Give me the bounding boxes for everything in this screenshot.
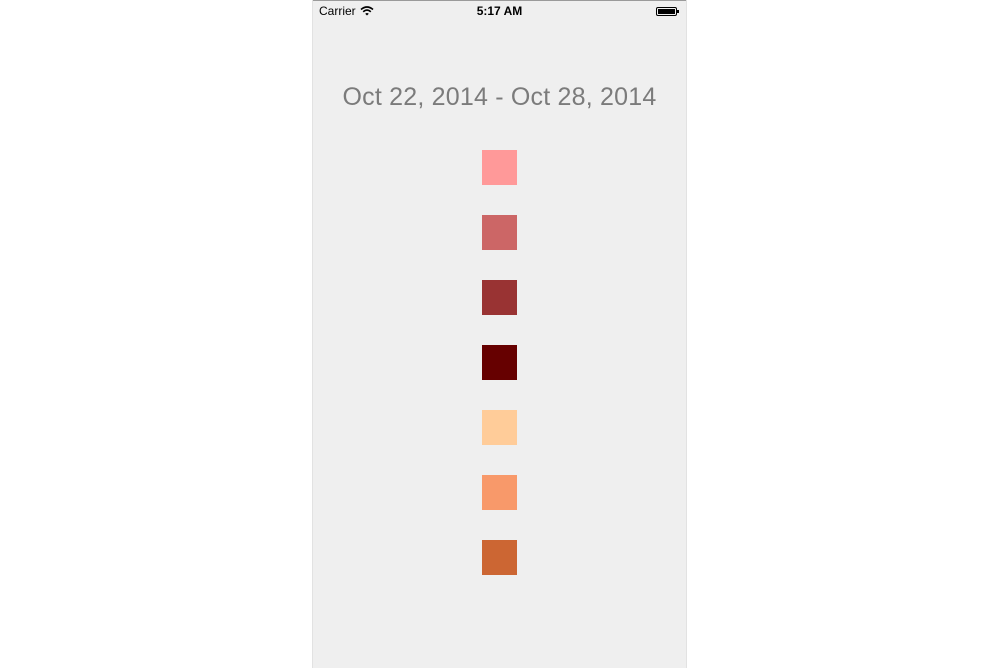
battery-fill <box>658 9 675 14</box>
color-swatch-6[interactable] <box>482 475 517 510</box>
color-swatch-2[interactable] <box>482 215 517 250</box>
battery-icon <box>656 7 680 17</box>
color-swatch-list <box>482 150 518 605</box>
color-swatch-1[interactable] <box>482 150 517 185</box>
date-range-title: Oct 22, 2014 - Oct 28, 2014 <box>342 83 657 111</box>
color-swatch-7[interactable] <box>482 540 517 575</box>
phone-screen: Carrier 5:17 AM Oct 22, 2014 - Oct 28, 2… <box>312 0 687 668</box>
color-swatch-5[interactable] <box>482 410 517 445</box>
status-time: 5:17 AM <box>476 4 523 18</box>
status-bar: Carrier 5:17 AM <box>313 0 686 22</box>
color-swatch-3[interactable] <box>482 280 517 315</box>
color-swatch-4[interactable] <box>482 345 517 380</box>
